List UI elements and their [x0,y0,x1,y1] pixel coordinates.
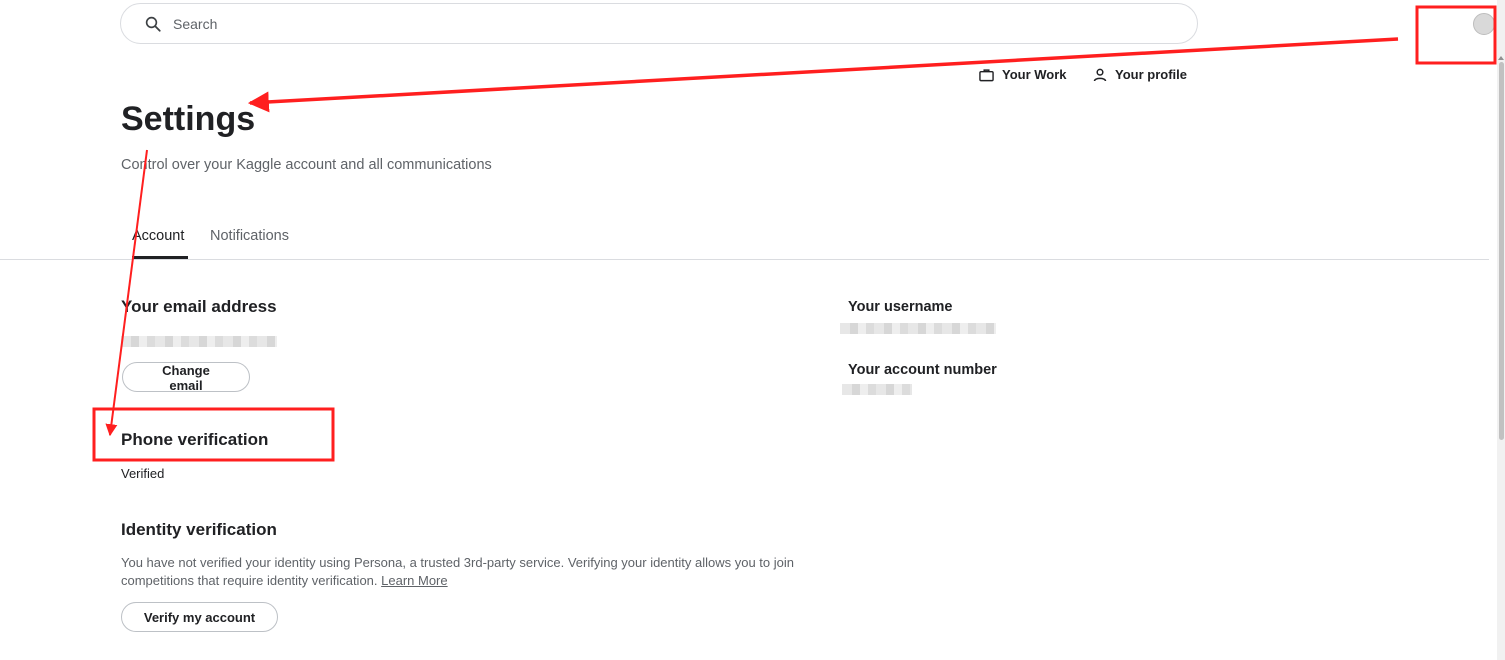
tabs-divider [0,259,1489,260]
scroll-up-arrow[interactable] [1498,56,1504,60]
page-subtitle: Control over your Kaggle account and all… [121,157,492,173]
scrollbar-thumb[interactable] [1499,62,1504,440]
arrow-to-settings [247,37,1399,113]
phone-verification-heading: Phone verification [121,430,269,449]
learn-more-link[interactable]: Learn More [381,573,447,588]
arrow-to-phone-verification [105,149,148,437]
search-icon [145,16,161,32]
account-number-redacted [842,384,912,395]
search-bar[interactable] [120,3,1198,44]
verify-account-button[interactable]: Verify my account [121,602,278,632]
page-title: Settings [121,100,256,138]
briefcase-icon [979,68,994,81]
avatar[interactable] [1473,13,1495,35]
identity-description-text: You have not verified your identity usin… [121,555,794,588]
phone-verification-status: Verified [121,466,165,481]
username-value-redacted [840,323,996,334]
identity-verification-description: You have not verified your identity usin… [121,554,841,590]
username-label: Your username [848,299,953,315]
tab-notifications[interactable]: Notifications [210,228,289,244]
search-input[interactable] [171,14,1075,33]
your-work-link[interactable]: Your Work [979,67,1067,82]
your-profile-label: Your profile [1115,67,1187,82]
your-work-label: Your Work [1002,67,1067,82]
email-heading: Your email address [121,297,277,316]
email-value-redacted [121,336,277,347]
change-email-button[interactable]: Change email [122,362,250,393]
arrow-to-settings-thin [251,38,1399,103]
identity-verification-heading: Identity verification [121,520,277,539]
tab-account[interactable]: Account [132,228,184,244]
your-profile-link[interactable]: Your profile [1093,67,1187,82]
person-icon [1093,68,1107,81]
account-number-label: Your account number [848,362,997,378]
